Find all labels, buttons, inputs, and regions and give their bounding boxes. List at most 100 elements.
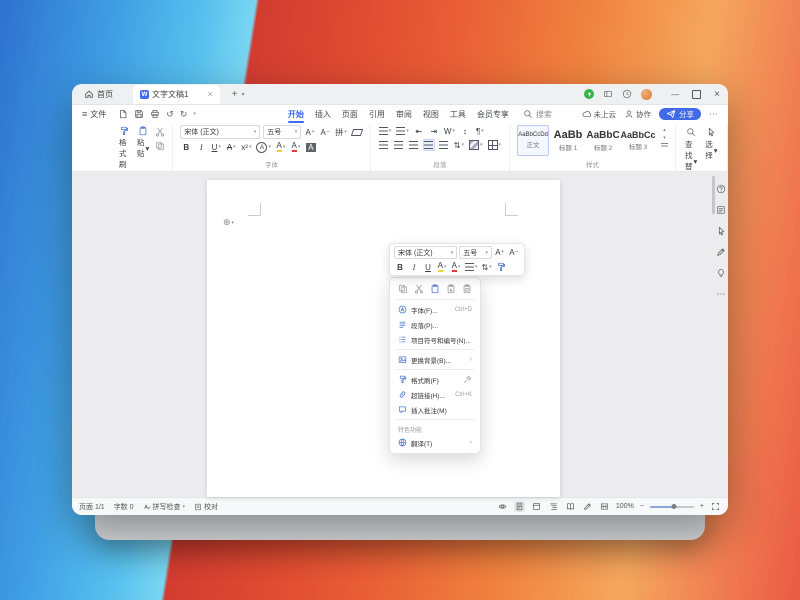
undo-button[interactable]: ↺ [166, 109, 174, 120]
phonetic-guide-button[interactable]: 拼▾ [334, 126, 348, 138]
eye-protection-icon[interactable] [497, 501, 508, 512]
shrink-font-button[interactable]: A⁻ [319, 126, 331, 138]
menu-item-background[interactable]: 更换背景(B)...› [390, 352, 480, 367]
align-center-button[interactable] [393, 139, 405, 151]
tab-tools[interactable]: 工具 [450, 105, 466, 123]
copy-button[interactable] [155, 141, 165, 151]
zoom-in-button[interactable]: + [700, 503, 704, 510]
tab-member[interactable]: 会员专享 [477, 105, 509, 123]
zoom-slider-thumb[interactable] [672, 504, 677, 509]
zoom-slider[interactable] [650, 506, 694, 508]
read-mode-icon[interactable] [565, 501, 576, 512]
shrink-font-button[interactable]: A⁻ [508, 247, 520, 259]
menu-item-format-painter[interactable]: 格式刷(F) [390, 372, 480, 387]
tab-review[interactable]: 审阅 [396, 105, 412, 123]
grow-font-button[interactable]: A⁺ [304, 126, 316, 138]
panel-icon[interactable] [603, 89, 613, 99]
underline-button[interactable]: U [422, 261, 434, 273]
help-icon[interactable] [716, 184, 726, 194]
numbering-button[interactable]: ▾ [395, 125, 410, 137]
paste-text-icon[interactable] [446, 284, 456, 294]
cut-icon[interactable] [414, 284, 424, 294]
cut-button[interactable] [155, 127, 165, 137]
align-right-button[interactable] [408, 139, 420, 151]
tab-insert[interactable]: 插入 [315, 105, 331, 123]
tab-list-caret-icon[interactable]: ▾ [242, 91, 245, 98]
text-direction-button[interactable]: W▾ [443, 125, 456, 137]
tab-view[interactable]: 视图 [423, 105, 439, 123]
save-button[interactable] [134, 109, 144, 119]
highlight-button[interactable]: A▾ [436, 261, 448, 273]
fit-page-icon[interactable] [599, 501, 610, 512]
format-painter-button[interactable] [495, 261, 508, 273]
style-normal[interactable]: AaBbCcDd正文 [517, 125, 549, 156]
redo-button[interactable]: ↻ [180, 109, 188, 120]
font-family-select[interactable]: 宋体 (正文) ▾ [180, 125, 260, 139]
document-page[interactable]: ⊕ ▾ [207, 180, 560, 497]
underline-button[interactable]: U▾ [210, 141, 222, 153]
zoom-out-button[interactable]: − [640, 503, 644, 510]
style-heading2[interactable]: AaBbC标题 2 [587, 125, 619, 156]
file-menu-button[interactable]: ≡ 文件 [82, 109, 106, 120]
outdent-button[interactable]: ⇤ [413, 125, 425, 137]
style-heading3[interactable]: AaBbCc标题 3 [622, 125, 654, 156]
outline-view-icon[interactable] [548, 501, 559, 512]
indent-button[interactable]: ⇥ [428, 125, 440, 137]
highlight-button[interactable]: A▾ [275, 141, 287, 153]
maximize-button[interactable] [692, 90, 701, 99]
bullets-button[interactable]: ▾ [464, 261, 479, 273]
select-tool-icon[interactable] [716, 226, 726, 236]
strikethrough-button[interactable]: A▾ [225, 141, 237, 153]
copy-icon[interactable] [398, 284, 408, 294]
borders-button[interactable]: ▾ [487, 139, 503, 151]
pen-tool-icon[interactable] [716, 247, 726, 257]
bold-button[interactable]: B [394, 261, 406, 273]
new-doc-button[interactable] [118, 109, 128, 119]
gallery-down-icon[interactable]: ▾ [663, 135, 666, 141]
gallery-more-icon[interactable] [661, 143, 668, 148]
distribute-button[interactable] [438, 139, 450, 151]
font-family-select[interactable]: 宋体 (正文) ▾ [394, 246, 457, 259]
tab-home[interactable]: 开始 [288, 105, 304, 123]
tasks-icon[interactable] [716, 205, 726, 215]
new-tab-button[interactable]: + [232, 89, 238, 100]
shading-button[interactable]: ▾ [468, 139, 484, 151]
minimize-button[interactable]: — [671, 90, 679, 99]
italic-button[interactable]: I [195, 141, 207, 153]
line-spacing-button[interactable]: ⇅▾ [453, 139, 465, 151]
font-size-select[interactable]: 五号 ▾ [459, 246, 492, 259]
collaborate-button[interactable]: 协作 [624, 109, 651, 120]
word-count[interactable]: 字数 0 [114, 502, 134, 512]
align-left-button[interactable] [378, 139, 390, 151]
menu-item-paragraph[interactable]: 段落(P)... [390, 317, 480, 332]
print-button[interactable] [150, 109, 160, 119]
menu-item-translate[interactable]: 翻译(T)› [390, 435, 480, 450]
menu-item-font[interactable]: 字体(F)...Ctrl+D [390, 302, 480, 317]
paste-special-icon[interactable] [462, 284, 472, 294]
close-tab-icon[interactable]: × [207, 89, 212, 99]
proofread-button[interactable]: 校对 [194, 502, 218, 512]
tab-reference[interactable]: 引用 [369, 105, 385, 123]
zoom-level[interactable]: 100% [616, 503, 634, 510]
upgrade-icon[interactable] [584, 89, 594, 99]
paste-button[interactable]: 粘贴▾ [135, 125, 151, 160]
italic-button[interactable]: I [408, 261, 420, 273]
tips-icon[interactable] [716, 268, 726, 278]
history-icon[interactable] [622, 89, 632, 99]
gallery-up-icon[interactable]: ▴ [663, 127, 666, 133]
web-layout-icon[interactable] [531, 501, 542, 512]
style-heading1[interactable]: AaBb标题 1 [552, 125, 584, 156]
quick-access-caret[interactable]: ▾ [193, 111, 196, 117]
cloud-status-button[interactable]: 未上云 [582, 109, 617, 120]
tab-page[interactable]: 页面 [342, 105, 358, 123]
clear-format-button[interactable] [351, 126, 363, 138]
bold-button[interactable]: B [180, 141, 192, 153]
font-color-button[interactable]: A▾ [290, 141, 302, 153]
home-tab[interactable]: 首页 [78, 89, 119, 100]
enclose-char-button[interactable]: A▾ [255, 141, 272, 153]
paste-icon[interactable] [430, 284, 440, 294]
justify-button[interactable] [423, 139, 435, 151]
grow-font-button[interactable]: A⁺ [494, 247, 506, 259]
menu-item-bullets[interactable]: 项目符号和编号(N)... [390, 332, 480, 347]
document-tab[interactable]: W 文字文稿1 × [133, 85, 220, 104]
